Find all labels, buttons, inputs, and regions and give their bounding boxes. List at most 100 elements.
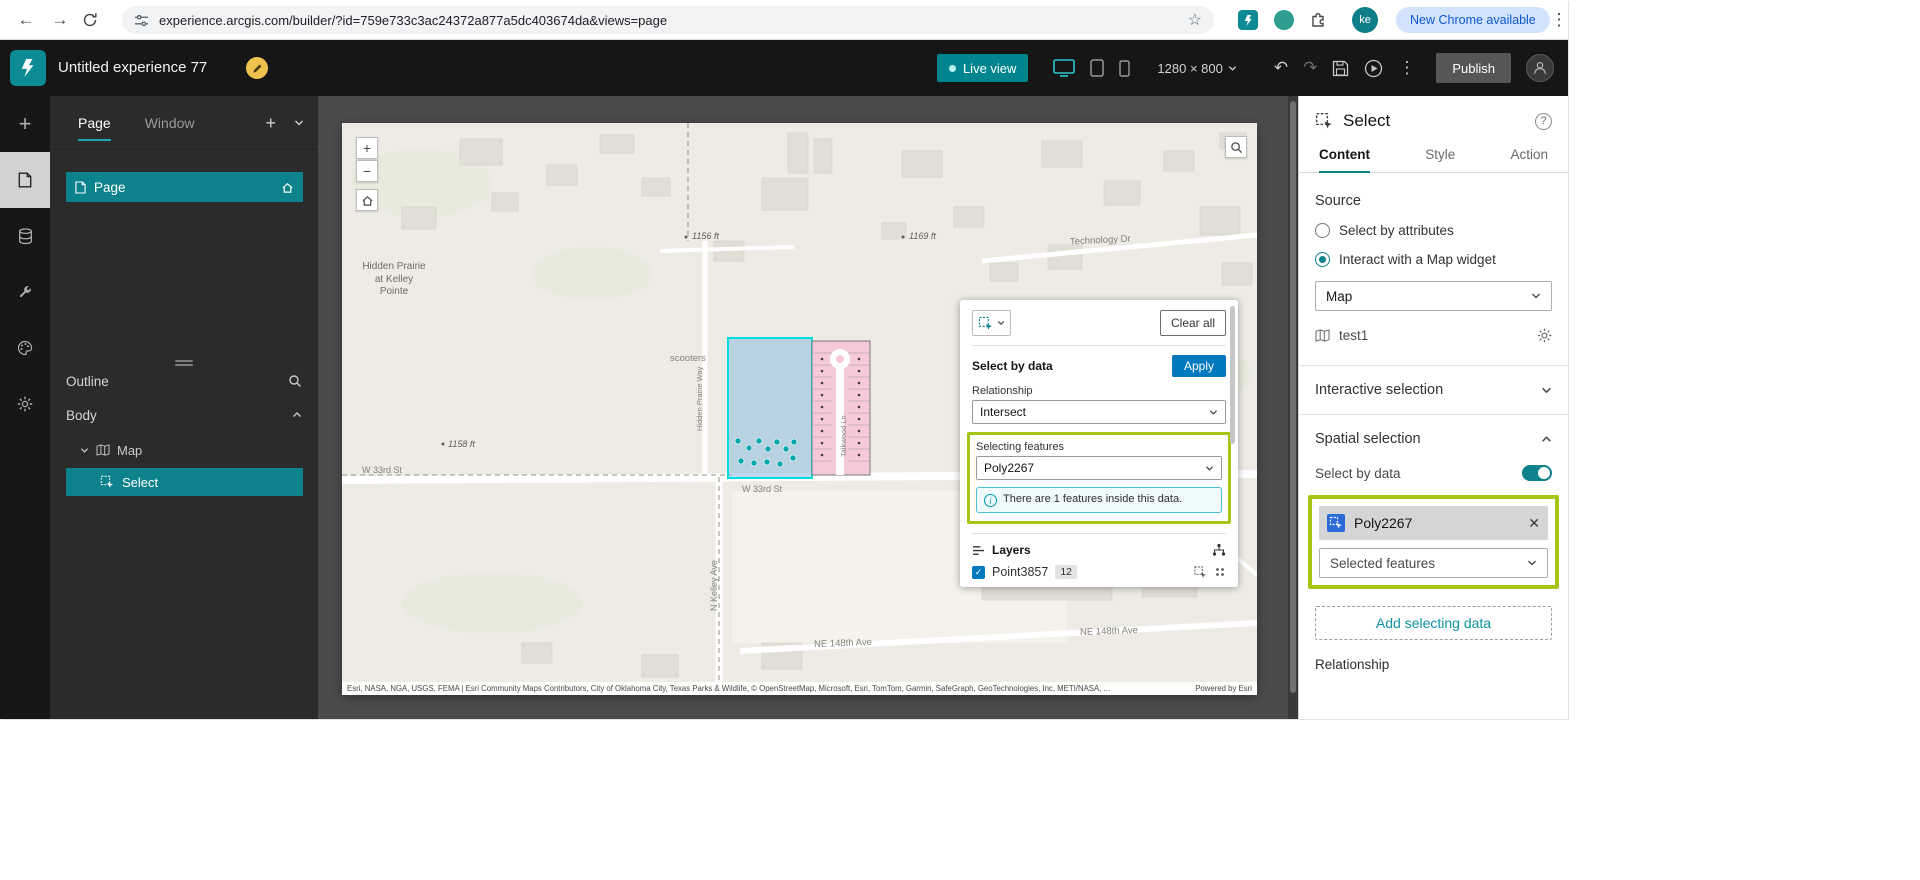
clear-all-button[interactable]: Clear all	[1159, 310, 1226, 336]
zoom-out-button[interactable]: −	[356, 160, 378, 182]
data-panel-button[interactable]	[0, 208, 50, 264]
radio-interact-map[interactable]: Interact with a Map widget	[1315, 252, 1552, 267]
map-search-button[interactable]	[1225, 136, 1247, 158]
popup-scrollbar[interactable]	[1230, 306, 1235, 444]
sidebar-item-page[interactable]: Page	[66, 172, 303, 202]
apply-button[interactable]: Apply	[1171, 355, 1226, 377]
outline-select-row[interactable]: Select	[66, 468, 303, 496]
live-view-button[interactable]: Live view	[936, 54, 1029, 82]
page-panel-button[interactable]	[0, 152, 50, 208]
checkbox-checked-icon[interactable]: ✓	[972, 565, 985, 579]
info-text: There are 1 features inside this data.	[1003, 493, 1183, 505]
selected-features-select[interactable]: Selected features	[1319, 548, 1548, 578]
map-attribution: Esri, NASA, NGA, USGS, FEMA | Esri Commu…	[342, 682, 1257, 695]
more-options-kebab-icon[interactable]: ⋮	[1398, 58, 1415, 78]
outline-body-row[interactable]: Body	[50, 402, 318, 428]
theme-panel-button[interactable]	[0, 320, 50, 376]
layer-list-icon	[973, 545, 984, 555]
refresh-icon[interactable]	[82, 8, 106, 32]
add-page-icon[interactable]: +	[265, 113, 276, 134]
extension-avatar-icon[interactable]	[1274, 10, 1294, 30]
extension-exb-icon[interactable]	[1238, 10, 1258, 30]
url-text[interactable]: experience.arcgis.com/builder/?id=759e73…	[159, 13, 1188, 28]
tab-content[interactable]: Content	[1319, 137, 1370, 173]
add-selecting-data-button[interactable]: Add selecting data	[1315, 606, 1552, 640]
extensions-puzzle-icon[interactable]	[1310, 10, 1328, 28]
section-spatial-selection[interactable]: Spatial selection	[1315, 415, 1552, 463]
radio-select-by-attributes[interactable]: Select by attributes	[1315, 223, 1552, 238]
layer-actions-grid-icon[interactable]	[1214, 566, 1226, 578]
save-icon[interactable]	[1332, 60, 1349, 77]
sidebar-tabs: Page Window +	[50, 96, 318, 150]
add-widget-button[interactable]: +	[0, 96, 50, 152]
home-icon[interactable]	[281, 181, 294, 194]
selecting-features-select[interactable]: Poly2267	[976, 456, 1222, 480]
edit-title-pencil-icon[interactable]	[246, 57, 268, 79]
forward-icon[interactable]: →	[48, 8, 72, 32]
panel-resize-handle[interactable]	[175, 358, 193, 368]
experience-builder-logo[interactable]	[10, 50, 46, 86]
powered-by-esri: Powered by Esri	[1195, 684, 1252, 693]
browser-menu-kebab-icon[interactable]: ⋮	[1547, 8, 1571, 32]
section-interactive-selection[interactable]: Interactive selection	[1315, 366, 1552, 414]
page-icon	[18, 172, 32, 188]
chrome-update-chip[interactable]: New Chrome available	[1396, 7, 1550, 33]
map-widget-select[interactable]: Map	[1315, 281, 1552, 311]
zoom-in-button[interactable]: +	[356, 137, 378, 159]
help-icon[interactable]: ?	[1535, 112, 1552, 130]
canvas-scrollbar-thumb[interactable]	[1290, 101, 1296, 693]
chevron-down-icon[interactable]	[294, 118, 304, 128]
bookmark-star-icon[interactable]: ☆	[1188, 10, 1202, 30]
map-home-button[interactable]	[356, 189, 378, 211]
map-widget[interactable]: Hidden Prairie at Kelley Pointe scooters…	[342, 123, 1257, 695]
select-item-label: Select	[122, 474, 159, 490]
map-source-item[interactable]: test1	[1315, 319, 1552, 351]
tab-action[interactable]: Action	[1510, 137, 1548, 173]
device-tablet-icon[interactable]	[1090, 59, 1105, 77]
back-icon[interactable]: ←	[14, 8, 38, 32]
wrench-icon	[19, 286, 31, 298]
selection-tool-dropdown[interactable]	[972, 310, 1011, 336]
layers-title: Layers	[992, 543, 1031, 557]
remove-chip-icon[interactable]: ✕	[1528, 515, 1540, 532]
tab-style[interactable]: Style	[1425, 137, 1455, 173]
resolution-value: 1280 × 800	[1157, 60, 1223, 76]
chevron-up-icon[interactable]	[292, 410, 302, 420]
layer-select-icon[interactable]	[1194, 565, 1207, 579]
map-source-label: test1	[1339, 327, 1369, 343]
preview-play-icon[interactable]	[1364, 59, 1383, 78]
chevron-down-icon[interactable]	[80, 446, 89, 455]
source-label: Source	[1315, 193, 1361, 209]
relationship-select[interactable]: Intersect	[972, 400, 1226, 424]
selecting-features-label: Selecting features	[976, 441, 1065, 453]
publish-button[interactable]: Publish	[1436, 53, 1511, 83]
annotation-selecting-data: Poly2267 ✕ Selected features	[1308, 495, 1559, 589]
canvas-scrollbar[interactable]	[1288, 96, 1298, 719]
redo-icon[interactable]: ↷	[1303, 58, 1317, 78]
resolution-dropdown[interactable]: 1280 × 800	[1157, 61, 1236, 76]
tab-page[interactable]: Page	[78, 115, 111, 141]
select-widget-popup: Clear all Select by data Apply Relations…	[960, 300, 1238, 587]
map-icon	[96, 444, 110, 456]
layer-flow-icon[interactable]	[1212, 543, 1226, 557]
chevron-down-icon	[1532, 293, 1540, 299]
tab-window[interactable]: Window	[145, 115, 195, 131]
gear-icon[interactable]	[1537, 328, 1552, 343]
site-settings-icon[interactable]	[134, 13, 149, 28]
browser-profile-avatar[interactable]: ke	[1352, 7, 1378, 33]
layer-row-point3857[interactable]: ✓ Point3857 12	[972, 559, 1226, 585]
device-phone-icon[interactable]	[1119, 59, 1131, 77]
device-desktop-icon[interactable]	[1053, 59, 1076, 77]
tools-panel-button[interactable]	[0, 264, 50, 320]
search-icon[interactable]	[288, 374, 302, 388]
settings-panel-button[interactable]	[0, 376, 50, 432]
selecting-layer-chip[interactable]: Poly2267 ✕	[1319, 506, 1548, 540]
undo-icon[interactable]: ↶	[1274, 58, 1288, 78]
outline-map-row[interactable]: Map	[80, 438, 142, 462]
selected-features-value: Selected features	[1330, 555, 1436, 571]
selected-polygon[interactable]	[727, 337, 813, 479]
select-by-data-toggle-on[interactable]	[1522, 465, 1552, 481]
address-bar[interactable]: experience.arcgis.com/builder/?id=759e73…	[122, 6, 1214, 34]
user-avatar[interactable]	[1526, 54, 1554, 82]
subdivision-polygons[interactable]	[811, 340, 871, 476]
